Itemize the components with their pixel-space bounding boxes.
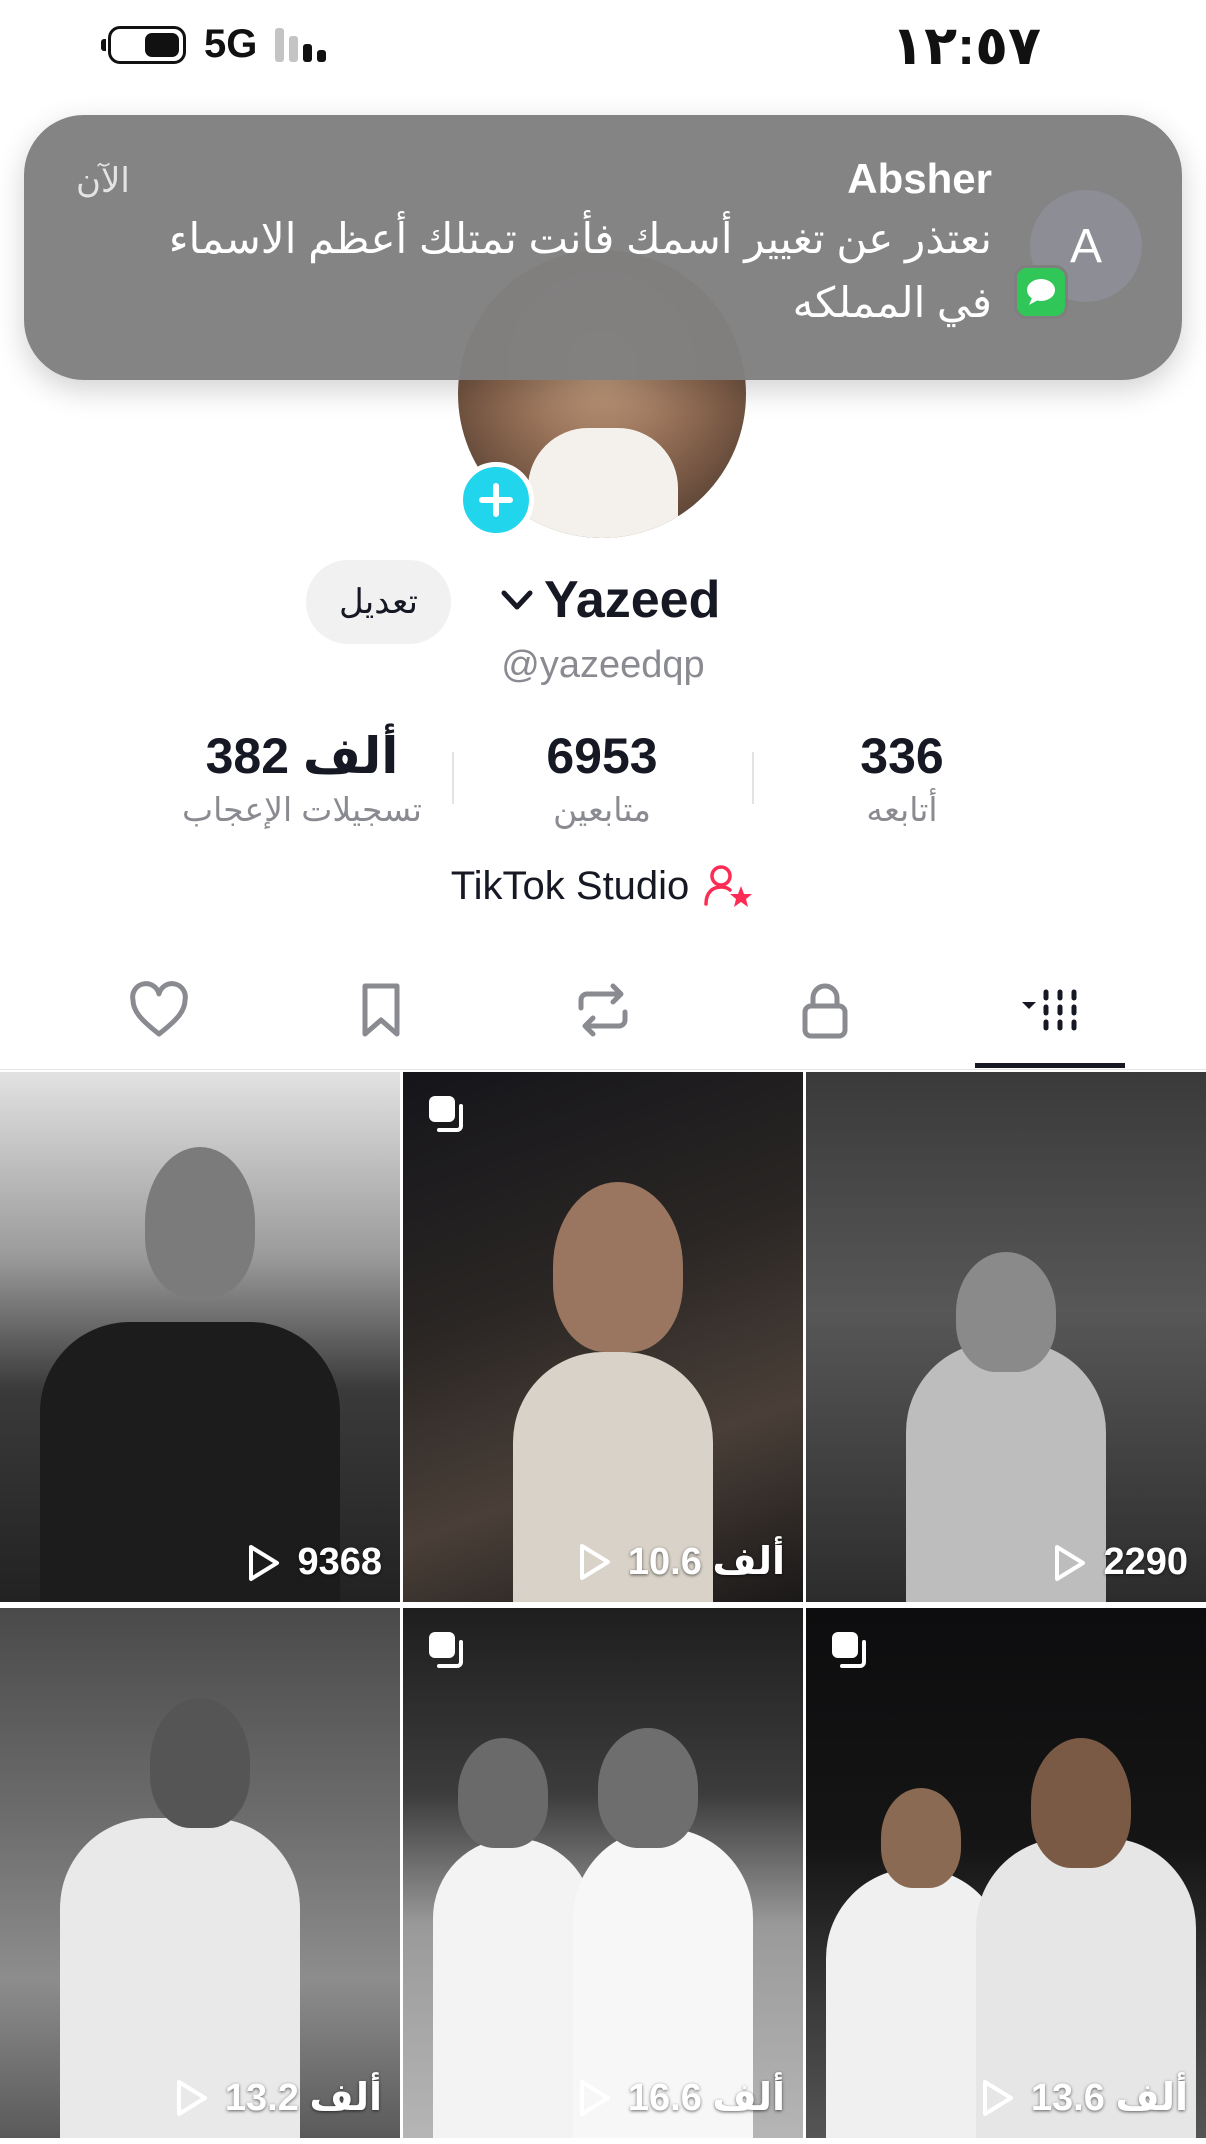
tab-liked[interactable] [84,950,234,1070]
tab-reposts[interactable] [528,950,678,1070]
multi-photo-icon [832,1632,866,1668]
view-count-text: 10.6 ألف [627,1541,785,1583]
play-icon [176,2079,207,2116]
notification-time: الآن [76,162,130,200]
view-count-text: 13.2 ألف [224,2077,382,2119]
plus-icon [479,483,513,517]
repost-icon [578,983,628,1037]
view-count: 13.6 ألف [979,2075,1188,2120]
chevron-down-icon [501,590,533,610]
edit-profile-button[interactable]: تعديل [306,560,451,644]
followers-label: متابعين [553,791,651,828]
status-time: ١٢:٥٧ [891,16,1041,76]
tab-favorites[interactable] [306,950,456,1070]
tab-private[interactable] [750,950,900,1070]
video-thumbnail[interactable]: 2290 [806,1072,1206,1602]
studio-label: TikTok Studio [450,863,690,908]
notification-banner[interactable]: A Absher الآن نعتذر عن تغيير أسمك فأنت ت… [24,115,1182,380]
username: @yazeedqp [501,644,705,686]
view-count-text: 16.6 ألف [627,2077,785,2119]
notification-app-name: Absher [847,155,992,202]
play-icon [579,2079,610,2116]
video-thumbnail[interactable]: 10.6 ألف [403,1072,803,1602]
video-thumbnail[interactable]: 16.6 ألف [403,1608,803,2138]
heart-icon [130,981,188,1037]
view-count: 13.2 ألف [173,2075,382,2120]
play-icon [249,1544,280,1581]
lock-icon [802,983,848,1039]
tiktok-studio-link[interactable]: TikTok Studio [0,862,1206,910]
status-indicators: 5G [101,22,327,67]
stat-divider [452,752,454,804]
play-icon [982,2079,1013,2116]
battery-icon [101,25,186,64]
view-count: 10.6 ألف [576,1539,785,1584]
status-bar: 5G ١٢:٥٧ [0,0,1206,92]
video-thumbnail[interactable]: 13.6 ألف [806,1608,1206,2138]
add-story-button[interactable] [458,462,534,538]
grid-icon [1022,989,1077,1031]
followers-count: 6953 [546,728,658,784]
view-count-text: 13.6 ألف [1030,2077,1188,2119]
profile-tabs [0,950,1206,1070]
multi-photo-icon [429,1632,463,1668]
multi-photo-icon [429,1096,463,1132]
following-stat[interactable]: 336 أتابعه [752,724,1052,832]
account-switcher[interactable]: Yazeed [496,570,720,630]
video-thumbnail[interactable]: 13.2 ألف [0,1608,400,2138]
following-label: أتابعه [866,791,938,828]
network-type: 5G [204,22,258,66]
messages-icon [1014,265,1068,319]
view-count: 2290 [1051,1541,1188,1584]
video-grid: 2290 10.6 ألف 9368 13.6 ألف 16.6 ألف 13.… [0,1072,1206,2144]
play-icon [1055,1544,1086,1581]
video-thumbnail[interactable]: 9368 [0,1072,400,1602]
notification-message: نعتذر عن تغيير أسمك فأنت تمتلك أعظم الاس… [168,215,992,326]
bookmark-icon [362,983,400,1037]
display-name: Yazeed [544,571,721,629]
followers-stat[interactable]: 6953 متابعين [452,724,752,832]
view-count: 9368 [245,1541,382,1584]
likes-stat[interactable]: 382 ألف تسجيلات الإعجاب [152,724,452,832]
view-count-text: 2290 [1103,1541,1188,1583]
view-count-text: 9368 [297,1541,382,1583]
likes-label: تسجيلات الإعجاب [182,791,422,828]
view-count: 16.6 ألف [576,2075,785,2120]
tab-videos[interactable] [975,950,1125,1070]
likes-count: 382 ألف [205,728,399,784]
creator-star-icon [704,865,753,907]
following-count: 336 [860,728,944,784]
profile-stats: 336 أتابعه 6953 متابعين 382 ألف تسجيلات … [0,724,1206,834]
stat-divider [752,752,754,804]
play-icon [579,1543,610,1580]
signal-icon [275,27,327,62]
